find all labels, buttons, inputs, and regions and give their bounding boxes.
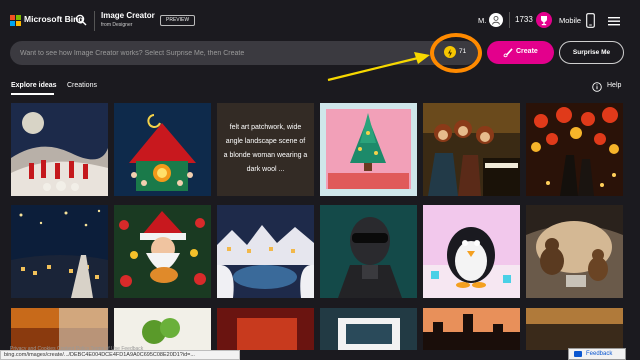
gallery-image-women-piano[interactable] — [423, 103, 520, 196]
prompt-input[interactable] — [20, 41, 420, 65]
tab-explore-ideas[interactable]: Explore ideas — [11, 82, 57, 89]
browser-status-url: bing.com/images/create/.../DEBC4E004DCE4… — [0, 350, 240, 360]
header-divider-2 — [509, 12, 510, 28]
help-icon[interactable] — [592, 82, 602, 92]
gallery-image-castle-silhouette[interactable] — [423, 308, 520, 350]
gallery-image-penguin[interactable] — [423, 205, 520, 298]
gallery-image-autumn[interactable] — [11, 308, 108, 350]
tab-creations[interactable]: Creations — [67, 82, 97, 89]
gallery-image-red-scene[interactable] — [217, 308, 314, 350]
gallery-caption: felt art patchwork, wide angle landscape… — [223, 124, 308, 173]
top-header: Microsoft Bing Image Creator from Design… — [0, 0, 640, 42]
gallery-image-concert[interactable] — [11, 103, 108, 196]
prompt-bar — [10, 41, 478, 65]
create-button[interactable]: Create — [487, 41, 554, 64]
gallery-image-christmas-tree[interactable] — [320, 103, 417, 196]
gallery-image-bonsai[interactable] — [114, 308, 211, 350]
help-link[interactable]: Help — [607, 82, 621, 89]
feedback-label: Feedback — [586, 351, 613, 357]
hamburger-menu-icon[interactable] — [608, 16, 620, 26]
gallery-image-lanterns[interactable] — [526, 103, 623, 196]
gallery-image-robot[interactable] — [320, 205, 417, 298]
gallery-image-campfire[interactable] — [114, 103, 211, 196]
brush-icon — [503, 48, 513, 58]
avatar[interactable] — [489, 13, 503, 27]
gallery-image-felt-art[interactable]: felt art patchwork, wide angle landscape… — [217, 103, 314, 196]
active-tab-indicator — [11, 93, 54, 95]
image-creator-title[interactable]: Image Creator — [101, 11, 155, 20]
feedback-icon — [574, 351, 582, 357]
surprise-me-button[interactable]: Surprise Me — [559, 41, 624, 64]
gallery-image-winter-village[interactable] — [217, 205, 314, 298]
search-icon[interactable] — [75, 14, 87, 26]
phone-icon[interactable] — [586, 13, 595, 28]
gallery-image-bears-cave[interactable] — [526, 205, 623, 298]
surprise-me-label: Surprise Me — [572, 49, 611, 56]
gallery-image-sign[interactable] — [320, 308, 417, 350]
rewards-trophy-icon[interactable] — [536, 12, 552, 28]
create-button-label: Create — [516, 48, 538, 55]
gallery-image-dusk[interactable] — [526, 308, 623, 350]
feedback-button[interactable]: Feedback — [568, 348, 626, 360]
microsoft-logo-icon[interactable] — [10, 15, 21, 26]
image-creator-subtitle: from Designer — [101, 22, 133, 28]
gallery-image-santa[interactable] — [114, 205, 211, 298]
gallery-image-night-town[interactable] — [11, 205, 108, 298]
highlight-circle — [430, 33, 482, 73]
mobile-link[interactable]: Mobile — [559, 16, 581, 25]
user-name[interactable]: M. — [478, 16, 486, 25]
user-icon — [492, 15, 500, 25]
preview-badge: PREVIEW — [160, 15, 196, 26]
rewards-points[interactable]: 1733 — [515, 15, 533, 24]
header-divider — [94, 11, 95, 31]
